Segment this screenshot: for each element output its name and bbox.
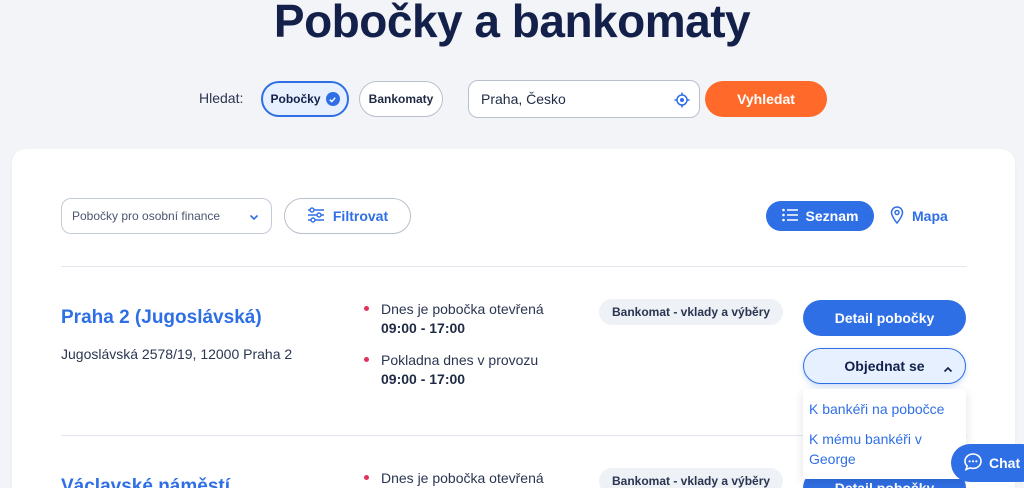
location-input[interactable]: Praha, Česko [468, 80, 700, 118]
opening-hours: Dnes je pobočka otevřená 09:00 - 17:00 [364, 300, 574, 338]
branch-hours: Dnes je pobočka otevřená 09:00 - 17:00 P… [364, 300, 574, 398]
map-pin-icon [890, 205, 904, 227]
filter-button[interactable]: Filtrovat [284, 198, 411, 234]
toggle-atms-label: Bankomaty [368, 92, 434, 106]
list-view-button[interactable]: Seznam [766, 201, 874, 231]
cash-desk-time: 09:00 - 17:00 [381, 371, 466, 387]
chat-icon [963, 452, 983, 475]
filter-sliders-icon [307, 206, 325, 226]
results-card: Pobočky pro osobní finance Filtrovat Sez… [12, 149, 1015, 488]
search-label: Hledat: [199, 90, 244, 106]
cash-desk-status: Pokladna dnes v provozu [381, 352, 539, 368]
chevron-down-icon [249, 211, 259, 225]
list-icon [781, 208, 798, 225]
branch-hours: Dnes je pobočka otevřená [364, 469, 574, 488]
book-appointment-label: Objednat se [844, 358, 925, 374]
list-view-label: Seznam [805, 208, 859, 224]
opening-status: Dnes je pobočka otevřená [381, 470, 544, 486]
branch-name-link[interactable]: Praha 2 (Jugoslávská) [61, 307, 262, 329]
toggle-branches[interactable]: Pobočky [261, 81, 349, 117]
location-input-value: Praha, Česko [481, 91, 566, 107]
filter-label: Filtrovat [332, 208, 389, 224]
opening-time: 09:00 - 17:00 [381, 320, 466, 336]
opening-status: Dnes je pobočka otevřená [381, 301, 544, 317]
dropdown-item-branch-banker[interactable]: K bankéři na pobočce [803, 395, 966, 425]
branch-type-select[interactable]: Pobočky pro osobní finance [61, 198, 272, 234]
service-tag: Bankomat - vklady a výběry [599, 468, 784, 488]
toggle-atms[interactable]: Bankomaty [359, 81, 443, 117]
chevron-up-icon [943, 362, 953, 378]
chat-label: Chat [989, 455, 1021, 471]
dropdown-item-my-banker[interactable]: K mému bankéři v George [803, 425, 966, 475]
search-row: Hledat: Pobočky Bankomaty Praha, Česko V… [0, 80, 1024, 118]
status-bullet [364, 357, 369, 362]
branch-address: Jugoslávská 2578/19, 12000 Praha 2 [61, 346, 293, 362]
status-bullet [364, 475, 369, 480]
search-button[interactable]: Vyhledat [705, 81, 827, 117]
service-tag: Bankomat - vklady a výběry [599, 299, 784, 325]
check-icon [325, 92, 340, 106]
chat-button[interactable]: Chat [951, 444, 1024, 482]
book-appointment-button[interactable]: Objednat se [803, 348, 966, 384]
map-view-label: Mapa [912, 208, 948, 224]
locate-icon[interactable] [674, 92, 690, 111]
appointment-dropdown: K bankéři na pobočce K mému bankéři v Ge… [803, 389, 966, 479]
page-title: Pobočky a bankomaty [273, 0, 751, 47]
divider [61, 266, 967, 267]
toggle-branches-label: Pobočky [270, 92, 321, 106]
status-bullet [364, 306, 369, 311]
cash-desk-hours: Pokladna dnes v provozu 09:00 - 17:00 [364, 351, 574, 389]
opening-hours: Dnes je pobočka otevřená [364, 469, 574, 487]
branch-detail-button[interactable]: Detail pobočky [803, 300, 966, 336]
branch-name-link[interactable]: Václavské náměstí [61, 476, 230, 488]
map-view-button[interactable]: Mapa [890, 201, 948, 231]
branch-type-value: Pobočky pro osobní finance [72, 209, 221, 223]
